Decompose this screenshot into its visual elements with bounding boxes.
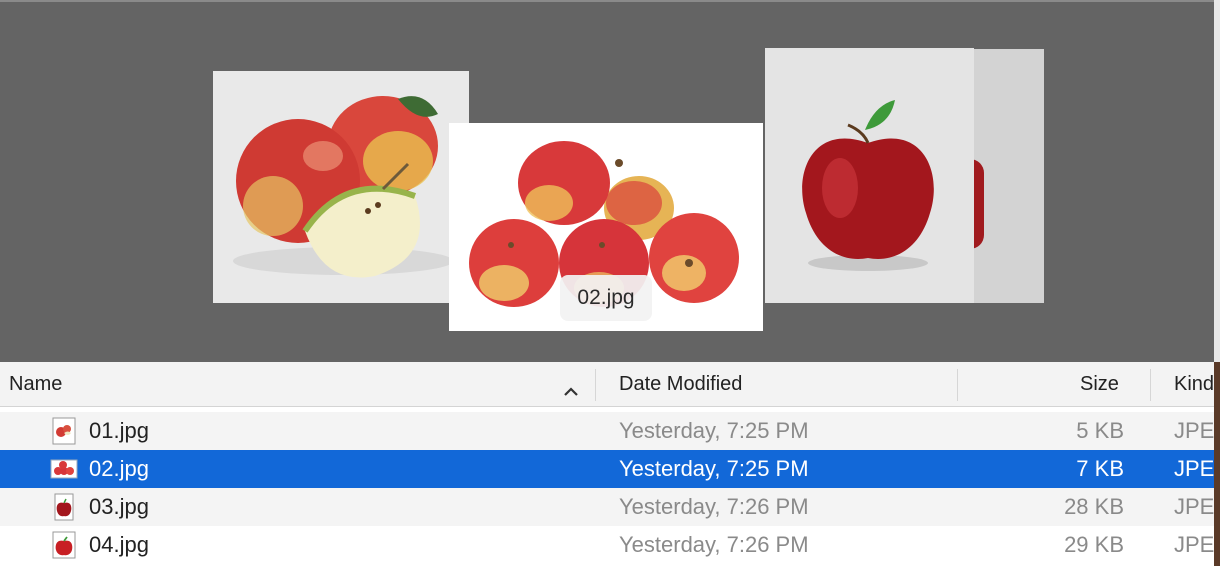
file-name: 01.jpg [89, 418, 149, 443]
file-name: 03.jpg [89, 494, 149, 519]
file-size: 7 KB [1076, 456, 1124, 481]
file-row-02[interactable]: 02.jpg Yesterday, 7:25 PM 7 KB JPE [0, 450, 1214, 488]
file-kind: JPE [1174, 456, 1215, 481]
column-header-kind[interactable]: Kind [1174, 362, 1214, 406]
single-red-apple-image [765, 48, 974, 303]
jpeg-thumbnail-icon [50, 459, 78, 479]
file-name: 02.jpg [89, 456, 149, 481]
cover-caption: 02.jpg [560, 275, 652, 321]
file-date: Yesterday, 7:26 PM [619, 532, 809, 557]
file-size: 5 KB [1076, 418, 1124, 443]
file-size: 29 KB [1064, 532, 1124, 557]
file-row-03[interactable]: 03.jpg Yesterday, 7:26 PM 28 KB JPE [0, 488, 1214, 526]
cover-card-03[interactable] [765, 48, 974, 303]
file-date: Yesterday, 7:26 PM [619, 494, 809, 519]
file-kind: JPE [1174, 532, 1215, 557]
window-edge [1214, 0, 1220, 566]
file-kind: JPE [1174, 418, 1215, 443]
column-divider[interactable] [595, 369, 596, 401]
cover-card-04-edge[interactable] [970, 49, 1044, 303]
cover-flow[interactable]: 02.jpg [0, 0, 1214, 362]
file-kind: JPE [1174, 494, 1215, 519]
file-row-01[interactable]: 01.jpg Yesterday, 7:25 PM 5 KB JPE [0, 412, 1214, 450]
column-header-date[interactable]: Date Modified [619, 362, 742, 406]
file-date: Yesterday, 7:25 PM [619, 418, 809, 443]
column-header-name[interactable]: Name [9, 362, 62, 406]
jpeg-thumbnail-icon [52, 417, 76, 445]
apples-with-slice-image [213, 71, 469, 303]
cover-card-01[interactable] [213, 71, 469, 303]
top-border [0, 0, 1214, 2]
jpeg-thumbnail-icon [52, 531, 76, 559]
column-divider[interactable] [1150, 369, 1151, 401]
file-size: 28 KB [1064, 494, 1124, 519]
column-header-size[interactable]: Size [1080, 362, 1119, 406]
file-row-04[interactable]: 04.jpg Yesterday, 7:26 PM 29 KB JPE [0, 526, 1214, 564]
sort-ascending-icon[interactable] [563, 374, 579, 396]
list-header: Name Date Modified Size Kind [0, 362, 1214, 407]
jpeg-thumbnail-icon [54, 493, 74, 521]
column-divider[interactable] [957, 369, 958, 401]
file-date: Yesterday, 7:25 PM [619, 456, 809, 481]
file-name: 04.jpg [89, 532, 149, 557]
